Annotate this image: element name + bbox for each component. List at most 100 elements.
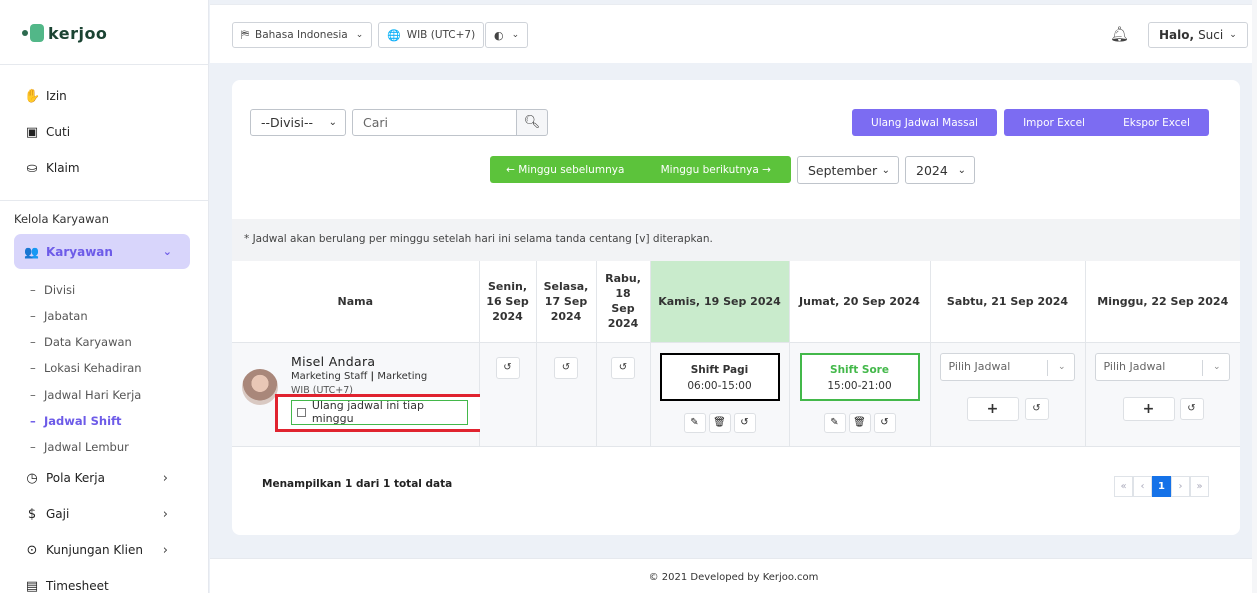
theme-toggle[interactable]: ◐ ⌄ bbox=[485, 22, 529, 48]
subitem-label: Jabatan bbox=[44, 309, 88, 323]
shift-name: Shift Pagi bbox=[690, 363, 749, 376]
trash-icon: 🗑︎ bbox=[853, 417, 866, 428]
history-button[interactable]: ↺ bbox=[1179, 397, 1204, 420]
division-select[interactable]: --Divisi-- ⌄ bbox=[250, 109, 346, 136]
sidebar-item-pola-kerja[interactable]: ◷ Pola Kerja › bbox=[24, 468, 174, 488]
chevron-down-icon: ⌄ bbox=[355, 30, 364, 40]
history-button[interactable]: ↺ bbox=[733, 412, 756, 433]
subitem-label: Divisi bbox=[44, 283, 76, 297]
sidebar-subitem-jabatan[interactable]: – Jabatan bbox=[30, 309, 88, 323]
subitem-label: Jadwal Shift bbox=[44, 414, 122, 428]
prev-page-button[interactable]: ‹ bbox=[1133, 476, 1152, 497]
chevron-right-icon: › bbox=[162, 542, 168, 558]
edit-button[interactable]: ✎ bbox=[683, 412, 706, 433]
export-excel-button[interactable]: Ekspor Excel bbox=[1123, 117, 1190, 129]
topbar: ⛿ Bahasa Indonesia ⌄ 🌐 WIB (UTC+7) ◐ ⌄ 🔔… bbox=[210, 4, 1257, 63]
shift-card[interactable]: Shift Pagi 06:00-15:00 bbox=[659, 352, 780, 401]
sidebar-subitem-data-karyawan[interactable]: – Data Karyawan bbox=[30, 335, 132, 349]
timezone-selector[interactable]: 🌐 WIB (UTC+7) bbox=[378, 22, 485, 48]
history-button[interactable]: ↺ bbox=[495, 356, 520, 379]
history-button[interactable]: ↺ bbox=[554, 356, 578, 379]
page-button-current[interactable]: 1 bbox=[1152, 476, 1171, 497]
shift-time: 15:00-21:00 bbox=[827, 379, 892, 392]
results-summary: Menampilkan 1 dari 1 total data bbox=[262, 478, 453, 490]
sidebar-item-label: Timesheet bbox=[46, 579, 109, 593]
kerjoo-logo[interactable]: kerjoo bbox=[22, 22, 107, 44]
subitem-label: Jadwal Hari Kerja bbox=[44, 388, 142, 402]
schedule-select[interactable]: Pilih Jadwal ⌄ bbox=[1094, 352, 1230, 381]
division-value: --Divisi-- bbox=[261, 115, 313, 130]
next-page-button[interactable]: › bbox=[1171, 476, 1190, 497]
history-button[interactable]: ↺ bbox=[873, 412, 896, 433]
month-select[interactable]: September ⌄ bbox=[797, 156, 899, 184]
add-shift-button[interactable]: + bbox=[1122, 396, 1175, 421]
excel-button-group: Impor Excel Ekspor Excel bbox=[1004, 109, 1209, 136]
prev-week-button[interactable]: ← Minggu sebelumnya bbox=[490, 164, 641, 176]
sidebar-subitem-jadwal-lembur[interactable]: – Jadwal Lembur bbox=[30, 440, 129, 454]
year-select[interactable]: 2024 ⌄ bbox=[905, 156, 975, 184]
hand-icon: ✋ bbox=[24, 88, 41, 104]
edit-button[interactable]: ✎ bbox=[823, 412, 846, 433]
last-page-button[interactable]: » bbox=[1190, 476, 1209, 497]
thursday-cell: Shift Pagi 06:00-15:00 ✎ 🗑︎ ↺ bbox=[650, 342, 790, 447]
repeat-note: * Jadwal akan berulang per minggu setela… bbox=[232, 219, 1240, 261]
scrollbar-track[interactable] bbox=[1252, 0, 1257, 593]
sidebar-item-kunjungan-klien[interactable]: ⊙ Kunjungan Klien › bbox=[24, 540, 174, 560]
employee-role: Marketing Staff | Marketing bbox=[291, 370, 428, 382]
year-value: 2024 bbox=[916, 162, 948, 178]
history-icon: ↺ bbox=[1032, 403, 1041, 414]
column-header-saturday: Sabtu, 21 Sep 2024 bbox=[930, 261, 1086, 343]
history-icon: ↺ bbox=[618, 362, 628, 373]
repeat-weekly-checkbox[interactable]: Ulang jadwal ini tiap minggu bbox=[291, 399, 468, 425]
history-button[interactable]: ↺ bbox=[1024, 397, 1049, 420]
history-icon: ↺ bbox=[740, 417, 749, 428]
sidebar-subitem-lokasi-kehadiran[interactable]: – Lokasi Kehadiran bbox=[30, 361, 142, 375]
schedule-select[interactable]: Pilih Jadwal ⌄ bbox=[939, 352, 1075, 381]
shift-card[interactable]: Shift Sore 15:00-21:00 bbox=[799, 352, 920, 401]
first-page-button[interactable]: « bbox=[1114, 476, 1133, 497]
subitem-label: Data Karyawan bbox=[44, 335, 132, 349]
user-menu[interactable]: Halo, Suci ⌄ bbox=[1148, 22, 1248, 48]
sidebar-item-timesheet[interactable]: ▤ Timesheet bbox=[24, 576, 174, 593]
add-shift-button[interactable]: + bbox=[966, 396, 1019, 421]
search-input[interactable]: Cari bbox=[352, 109, 517, 136]
search-button[interactable]: 🔍︎ bbox=[516, 109, 548, 136]
logo-mark-icon bbox=[22, 22, 44, 44]
chevron-down-icon: ⌄ bbox=[1212, 361, 1221, 372]
chevron-down-icon: ⌄ bbox=[328, 117, 337, 128]
repeat-mass-button[interactable]: Ulang Jadwal Massal bbox=[852, 109, 997, 136]
month-value: September bbox=[808, 162, 878, 178]
sidebar-item-label: Kunjungan Klien bbox=[46, 543, 143, 557]
sidebar-item-cuti[interactable]: ▣ Cuti bbox=[24, 122, 174, 142]
tuesday-cell: ↺ bbox=[536, 342, 597, 447]
sidebar-item-gaji[interactable]: $ Gaji › bbox=[24, 504, 174, 524]
sidebar-subitem-divisi[interactable]: – Divisi bbox=[30, 283, 75, 297]
history-icon: ↺ bbox=[1187, 403, 1196, 414]
language-selector[interactable]: ⛿ Bahasa Indonesia ⌄ bbox=[232, 22, 373, 48]
sidebar-subitem-jadwal-shift[interactable]: – Jadwal Shift bbox=[30, 414, 122, 428]
history-button[interactable]: ↺ bbox=[611, 356, 635, 379]
sidebar-item-izin[interactable]: ✋ Izin bbox=[24, 86, 174, 106]
import-excel-button[interactable]: Impor Excel bbox=[1023, 117, 1085, 129]
chevron-down-icon: ⌄ bbox=[511, 30, 520, 40]
delete-button[interactable]: 🗑︎ bbox=[708, 412, 731, 433]
divider bbox=[0, 64, 209, 65]
pencil-icon: ✎ bbox=[830, 417, 839, 428]
sidebar-subitem-jadwal-hari-kerja[interactable]: – Jadwal Hari Kerja bbox=[30, 388, 141, 402]
next-week-button[interactable]: Minggu berikutnya → bbox=[641, 164, 792, 176]
sidebar-item-klaim[interactable]: ⛀ Klaim bbox=[24, 158, 174, 178]
history-icon: ↺ bbox=[503, 362, 512, 373]
shift-actions: ✎ 🗑︎ ↺ bbox=[823, 412, 896, 433]
chevron-down-icon: ⌄ bbox=[162, 245, 172, 258]
search-icon: 🔍︎ bbox=[523, 115, 541, 130]
delete-button[interactable]: 🗑︎ bbox=[848, 412, 871, 433]
chevron-right-icon: › bbox=[162, 470, 168, 486]
shift-actions: ✎ 🗑︎ ↺ bbox=[683, 412, 756, 433]
bell-icon[interactable]: 🔔︎ bbox=[1110, 25, 1129, 43]
avatar bbox=[242, 368, 278, 405]
employee-name: Misel Andara bbox=[291, 353, 376, 369]
sidebar-item-karyawan[interactable]: 👥 Karyawan ⌄ bbox=[14, 234, 190, 269]
sidebar-item-label: Pola Kerja bbox=[46, 471, 105, 485]
greeting: Halo, bbox=[1159, 28, 1195, 42]
sidebar-item-label: Izin bbox=[46, 89, 67, 103]
